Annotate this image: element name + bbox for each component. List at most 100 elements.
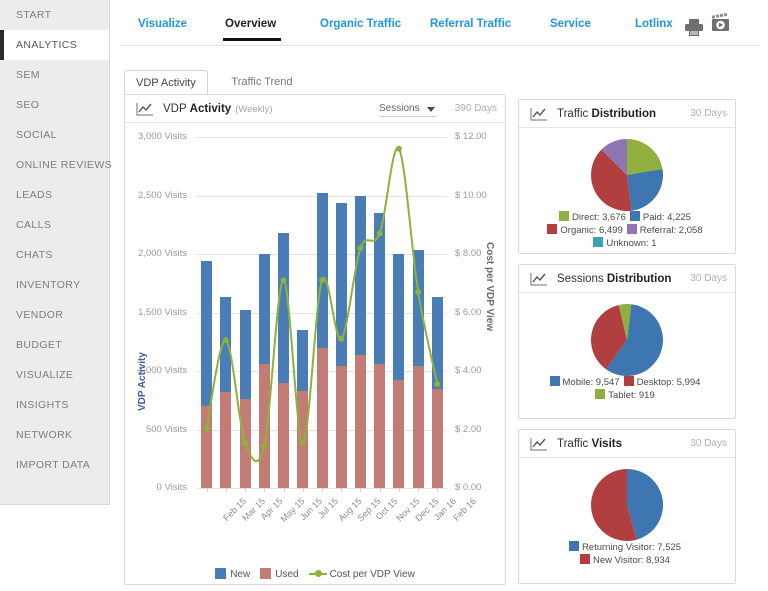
bar-segment-used[interactable] (258, 363, 270, 488)
bar-segment-used[interactable] (316, 347, 328, 488)
tab-vdp-activity[interactable]: VDP Activity (124, 70, 208, 95)
sidebar-item-budget[interactable]: BUDGET (0, 330, 109, 360)
bar-segment-used[interactable] (201, 406, 213, 488)
bar-segment-used[interactable] (297, 390, 309, 488)
legend-label: Mobile: 9,547 (562, 377, 620, 388)
sidebar-item-label: START (16, 9, 52, 21)
card-title: Sessions Distribution (557, 265, 671, 293)
pie-slice[interactable] (627, 139, 663, 175)
legend-swatch (623, 376, 634, 386)
line-chart-icon (530, 273, 547, 286)
sidebar-item-leads[interactable]: LEADS (0, 180, 109, 210)
gridline (197, 137, 447, 138)
y2-axis-title: Cost per VDP View (484, 242, 495, 332)
sidebar-item-visualize[interactable]: VISUALIZE (0, 360, 109, 390)
sidebar-item-seo[interactable]: SEO (0, 90, 109, 120)
bar-segment-new[interactable] (412, 250, 424, 367)
bar-segment-used[interactable] (354, 354, 366, 488)
bar-segment-used[interactable] (412, 366, 424, 488)
nav-link-lotlinx[interactable]: Lotlinx (635, 18, 673, 30)
legend-swatch (549, 376, 560, 386)
sidebar-item-online-reviews[interactable]: ONLINE REVIEWS (0, 150, 112, 180)
bar-segment-new[interactable] (220, 297, 232, 393)
bar-segment-used[interactable] (374, 363, 386, 488)
sidebar-item-insights[interactable]: INSIGHTS (0, 390, 109, 420)
sidebar-item-calls[interactable]: CALLS (0, 210, 109, 240)
y2-axis-tick-label: $ 0.00 (455, 482, 482, 493)
bar-segment-new[interactable] (431, 297, 443, 389)
nav-link-service[interactable]: Service (550, 18, 591, 30)
metric-select[interactable]: Sessions (379, 101, 437, 117)
sidebar-item-label: ANALYTICS (16, 39, 78, 51)
bar-segment-new[interactable] (239, 310, 251, 400)
line-chart-icon (530, 438, 547, 451)
legend-item[interactable]: Referral: 2,058 (626, 224, 703, 237)
vdp-activity-card: VDP Activity (Weekly) Sessions 390 Days 0… (124, 94, 506, 585)
tab-strip: VDP Activity Traffic Trend (124, 70, 506, 95)
sidebar-item-analytics[interactable]: ANALYTICS (0, 30, 109, 60)
nav-link-overview[interactable]: Overview (225, 18, 276, 30)
legend-item[interactable]: Used (260, 568, 299, 580)
legend-line-marker (308, 568, 327, 579)
print-icon[interactable] (684, 18, 704, 37)
legend-item[interactable]: Desktop: 5,994 (623, 376, 700, 389)
legend-item[interactable]: New (215, 568, 250, 580)
video-clip-icon[interactable] (710, 13, 734, 37)
bar-segment-used[interactable] (278, 382, 290, 488)
sidebar-item-network[interactable]: NETWORK (0, 420, 109, 450)
legend-label: Returning Visitor: 7,525 (581, 542, 682, 553)
legend-item[interactable]: Returning Visitor: 7,525 (568, 541, 682, 554)
card-title-bold: Distribution (606, 273, 672, 285)
legend-item[interactable]: Cost per VDP View (308, 568, 415, 580)
nav-link-visualize[interactable]: Visualize (138, 18, 187, 30)
bar-segment-used[interactable] (239, 399, 251, 488)
x-axis-tick (245, 488, 247, 492)
legend-item[interactable]: Mobile: 9,547 (549, 376, 620, 389)
legend-item[interactable]: Unknown: 1 (593, 237, 657, 250)
legend-item[interactable]: Organic: 6,499 (547, 224, 623, 237)
bar-segment-new[interactable] (335, 202, 347, 367)
sidebar-item-vendor[interactable]: VENDOR (0, 300, 109, 330)
bar-segment-new[interactable] (316, 193, 328, 348)
sidebar-item-import-data[interactable]: IMPORT DATA (0, 450, 109, 480)
active-tab-underline (223, 38, 281, 41)
sidebar-item-sem[interactable]: SEM (0, 60, 109, 90)
legend-item[interactable]: Direct: 3,676 (559, 211, 626, 224)
sidebar-item-chats[interactable]: CHATS (0, 240, 109, 270)
pie-slice[interactable] (627, 169, 664, 211)
bar-segment-new[interactable] (393, 254, 405, 381)
bar-segment-new[interactable] (201, 261, 213, 407)
legend-item[interactable]: Tablet: 919 (595, 389, 655, 402)
y2-axis-tick-label: $ 8.00 (455, 248, 482, 259)
legend-swatch (580, 554, 591, 564)
tab-traffic-trend[interactable]: Traffic Trend (220, 70, 303, 95)
bar-segment-used[interactable] (393, 380, 405, 488)
bar-segment-new[interactable] (297, 330, 309, 391)
sidebar-item-start[interactable]: START (0, 0, 109, 30)
sessions-distribution-card: Sessions Distribution 30 Days Mobile: 9,54… (518, 264, 736, 419)
legend-item[interactable]: New Visitor: 8,934 (580, 554, 670, 567)
sidebar-item-label: INVENTORY (16, 279, 81, 291)
y-axis-tick-label: 2,000 Visits (138, 248, 187, 259)
legend-item[interactable]: Paid: 4,225 (629, 211, 691, 224)
sidebar-item-label: VENDOR (16, 309, 64, 321)
sidebar: START ANALYTICS SEM SEO SOCIAL ONLINE REVIEWS… (0, 0, 112, 591)
bar-segment-new[interactable] (258, 254, 270, 364)
bar-segment-new[interactable] (354, 195, 366, 355)
bar-segment-used[interactable] (335, 366, 347, 488)
card-title-light: Traffic (557, 108, 592, 120)
sessions-distribution-legend: Mobile: 9,547 Desktop: 5,994 Tablet: 919 (519, 376, 735, 402)
sidebar-item-label: NETWORK (16, 429, 73, 441)
y-axis-tick-label: 3,000 Visits (138, 131, 187, 142)
line-chart-icon (530, 108, 547, 121)
bar-segment-new[interactable] (374, 213, 386, 364)
traffic-distribution-card: Traffic Distribution 30 Days Direct: 3,676… (518, 99, 736, 254)
bar-segment-used[interactable] (431, 388, 443, 488)
bar-segment-used[interactable] (220, 392, 232, 488)
sidebar-item-inventory[interactable]: INVENTORY (0, 270, 109, 300)
nav-link-referral-traffic[interactable]: Referral Traffic (430, 18, 511, 30)
nav-link-organic-traffic[interactable]: Organic Traffic (320, 18, 401, 30)
bar-segment-new[interactable] (278, 232, 290, 383)
legend-label: Organic: 6,499 (560, 225, 623, 236)
sidebar-item-social[interactable]: SOCIAL (0, 120, 109, 150)
